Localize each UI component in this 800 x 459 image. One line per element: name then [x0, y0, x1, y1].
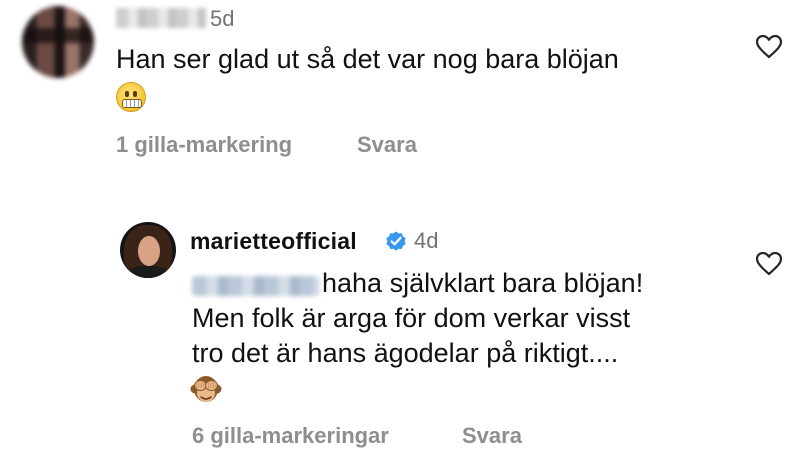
- reply-button[interactable]: Svara: [357, 132, 417, 158]
- comment-text: Han ser glad ut så det var nog bara blöj…: [116, 44, 619, 74]
- reply-button-2[interactable]: Svara: [462, 423, 522, 449]
- reply-timestamp: 4d: [414, 228, 439, 253]
- mariette-avatar[interactable]: [120, 222, 176, 278]
- reply-likes-count[interactable]: 6 gilla-markeringar: [192, 423, 389, 449]
- like-heart-icon-2[interactable]: [756, 252, 782, 276]
- comment-likes-count[interactable]: 1 gilla-markering: [116, 132, 292, 158]
- reply-text-line-3: tro det är hans ägodelar på riktigt....: [192, 338, 619, 368]
- comment-timestamp: 5d: [210, 6, 235, 31]
- commenter-username-blurred[interactable]: [116, 8, 206, 28]
- grimacing-face-emoji: [116, 82, 146, 112]
- reply-text: haha självklart bara blöjan! Men folk är…: [192, 266, 732, 371]
- commenter-avatar-blurred[interactable]: [22, 6, 94, 78]
- see-no-evil-monkey-emoji: [190, 376, 222, 402]
- like-heart-icon[interactable]: [756, 35, 782, 59]
- reply-text-line-1: haha självklart bara blöjan!: [322, 268, 644, 298]
- verified-badge-icon: [386, 231, 406, 251]
- reply-text-line-2: Men folk är arga för dom verkar visst: [192, 303, 631, 333]
- reply-username[interactable]: mariettеofficial: [190, 228, 357, 255]
